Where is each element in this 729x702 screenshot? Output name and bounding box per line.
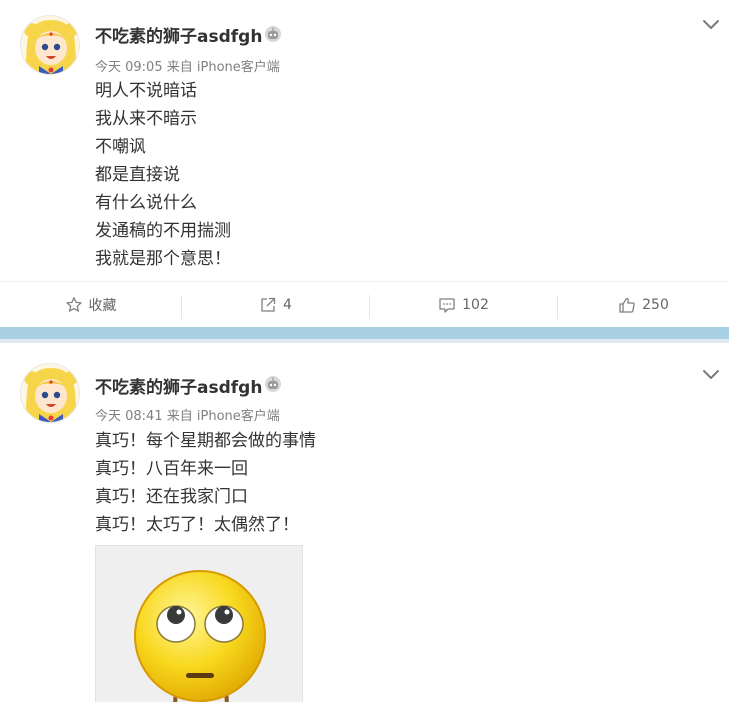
post-line: 都是直接说 (95, 165, 180, 185)
post-line: 我就是那个意思！ (95, 249, 231, 269)
post-line: 真巧！还在我家门口 (95, 487, 248, 507)
robot-badge-icon (265, 376, 281, 392)
chevron-down-icon[interactable] (700, 363, 722, 385)
feed-post: 不吃素的狮子asdfgh 今天 08:41 来自 iPhone客户端 真巧！每个… (0, 343, 729, 702)
post-source: 来自 iPhone客户端 (166, 409, 280, 424)
post-image[interactable] (95, 545, 303, 702)
post-time[interactable]: 今天 08:41 (95, 409, 163, 424)
star-icon (65, 297, 82, 312)
post-meta: 今天 09:05 来自 iPhone客户端 (95, 56, 280, 75)
avatar[interactable] (20, 363, 80, 423)
post-line: 不嘲讽 (95, 137, 146, 157)
favorite-label: 收藏 (88, 298, 117, 314)
eye-roll-emoji-icon (134, 570, 266, 702)
action-bar: 收藏 4 102 250 (0, 281, 729, 327)
feed-separator (0, 327, 729, 343)
comment-count: 102 (462, 297, 489, 313)
chevron-down-icon[interactable] (700, 13, 722, 35)
post-line: 我从来不暗示 (95, 109, 197, 129)
favorite-button[interactable]: 收藏 (0, 282, 181, 328)
like-button[interactable]: 250 (558, 282, 729, 328)
post-line: 明人不说暗话 (95, 81, 197, 101)
comment-button[interactable]: 102 (370, 282, 557, 328)
post-line: 发通稿的不用揣测 (95, 221, 231, 241)
comment-icon (439, 298, 455, 313)
post-meta: 今天 08:41 来自 iPhone客户端 (95, 405, 280, 424)
post-line: 真巧！每个星期都会做的事情 (95, 431, 316, 451)
author-name[interactable]: 不吃素的狮子asdfgh (95, 22, 262, 47)
feed-post: 不吃素的狮子asdfgh 今天 09:05 来自 iPhone客户端 明人不说暗… (0, 0, 729, 327)
post-line: 真巧！太巧了！太偶然了！ (95, 515, 299, 535)
share-icon (261, 297, 276, 312)
post-text: 真巧！每个星期都会做的事情 真巧！八百年来一回 真巧！还在我家门口 真巧！太巧了… (95, 427, 316, 539)
post-line: 真巧！八百年来一回 (95, 459, 248, 479)
post-line: 有什么说什么 (95, 193, 197, 213)
post-text: 明人不说暗话 我从来不暗示 不嘲讽 都是直接说 有什么说什么 发通稿的不用揣测 … (95, 77, 231, 273)
sailor-moon-avatar-icon (21, 364, 79, 422)
robot-badge-icon (265, 26, 281, 42)
thumbs-up-icon (619, 297, 635, 313)
like-count: 250 (642, 297, 669, 313)
repost-button[interactable]: 4 (182, 282, 369, 328)
author-name[interactable]: 不吃素的狮子asdfgh (95, 373, 262, 398)
post-source: 来自 iPhone客户端 (166, 60, 280, 75)
repost-count: 4 (283, 297, 292, 313)
avatar[interactable] (20, 15, 80, 75)
sailor-moon-avatar-icon (21, 16, 79, 74)
post-time[interactable]: 今天 09:05 (95, 60, 163, 75)
